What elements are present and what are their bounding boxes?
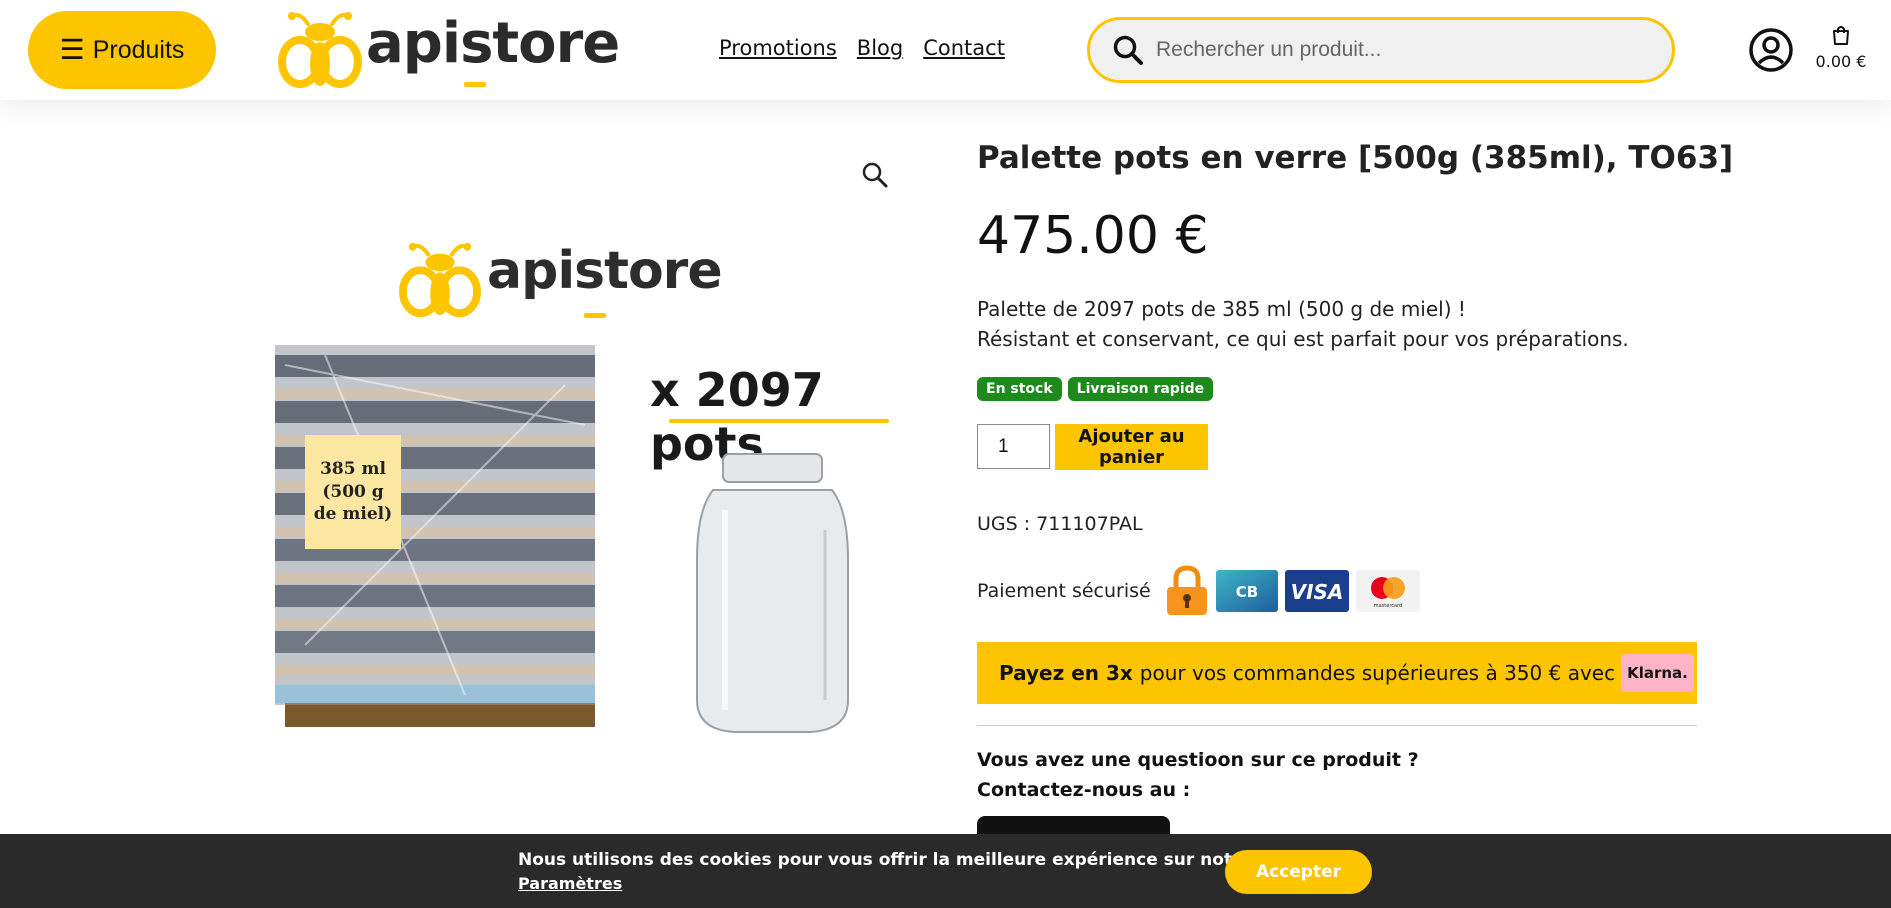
cb-card-icon: CB: [1215, 570, 1278, 612]
nav-link-promotions[interactable]: Promotions: [719, 36, 837, 60]
product-image[interactable]: apistore x 2097 pots 385 ml (500 g de mi…: [255, 140, 915, 830]
visa-card-icon: VISA: [1284, 570, 1349, 612]
klarna-banner: Payez en 3x pour vos commandes supérieur…: [977, 642, 1697, 704]
lock-icon: [1166, 565, 1207, 615]
product-title: Palette pots en verre [500g (385ml), TO6…: [977, 140, 1734, 176]
question-line: Contactez-nous au :: [977, 779, 1191, 801]
payment-label: Paiement sécurisé: [977, 580, 1151, 602]
glass-jar-illustration: [696, 453, 849, 733]
product-price: 475.00 €: [977, 206, 1209, 266]
cookie-settings-link[interactable]: Paramètres: [518, 874, 622, 893]
zoom-icon[interactable]: [860, 160, 890, 190]
cart-button[interactable]: 0.00 €: [1810, 24, 1872, 74]
description-line: Résistant et conservant, ce qui est parf…: [977, 327, 1629, 351]
product-question: Vous avez une questioon sur ce produit ?…: [977, 745, 1419, 805]
account-icon: [1749, 28, 1793, 72]
search-icon[interactable]: [1112, 34, 1144, 66]
secure-payment: Paiement sécurisé CB VISA mastercard: [977, 565, 1427, 616]
quantity-input[interactable]: [977, 424, 1050, 469]
description-line: Palette de 2097 pots de 385 ml (500 g de…: [977, 297, 1466, 321]
product-description: Palette de 2097 pots de 385 ml (500 g de…: [977, 294, 1629, 354]
account-button[interactable]: [1748, 27, 1794, 73]
klarna-strong: Payez en 3x: [999, 661, 1133, 685]
question-line: Vous avez une questioon sur ce produit ?: [977, 749, 1419, 771]
site-logo[interactable]: apistore: [278, 10, 620, 90]
delivery-badge: Livraison rapide: [1067, 377, 1214, 401]
mastercard-label: mastercard: [1373, 603, 1401, 609]
cookie-message: Nous utilisons des cookies pour vous off…: [518, 850, 1300, 870]
product-badges: En stock Livraison rapide: [977, 377, 1214, 401]
menu-icon: ☰: [59, 34, 85, 65]
divider: [977, 725, 1697, 726]
nav-link-contact[interactable]: Contact: [923, 36, 1005, 60]
klarna-text: pour vos commandes supérieures à 350 € a…: [1139, 661, 1616, 685]
pallet-label: 385 ml (500 g de miel): [305, 435, 401, 549]
add-to-cart-button[interactable]: Ajouter au panier: [1055, 424, 1208, 470]
image-logo-text: apistore: [487, 241, 723, 301]
main-nav: Promotions Blog Contact: [719, 36, 1005, 60]
search-input[interactable]: [1156, 38, 1636, 62]
search-bar: [1087, 17, 1675, 83]
klarna-logo: Klarna.: [1621, 654, 1694, 692]
cart-icon: [1833, 26, 1849, 45]
accept-cookies-button[interactable]: Accepter: [1225, 850, 1372, 894]
mastercard-icon: mastercard: [1355, 570, 1420, 612]
visa-card-label: VISA: [1290, 580, 1343, 604]
logo-text: apistore: [366, 11, 620, 76]
cart-amount: 0.00 €: [1815, 52, 1867, 71]
products-menu-button[interactable]: ☰ Produits: [28, 11, 216, 89]
products-menu-label: Produits: [92, 35, 185, 64]
logo-underline: [464, 82, 486, 87]
image-logo: apistore: [399, 240, 729, 320]
bee-logo-icon: [399, 242, 481, 318]
cb-card-label: CB: [1235, 583, 1257, 601]
nav-link-blog[interactable]: Blog: [857, 36, 903, 60]
cookie-banner: Nous utilisons des cookies pour vous off…: [0, 834, 1891, 908]
stock-badge: En stock: [977, 377, 1062, 401]
bee-logo-icon: [278, 12, 362, 88]
pots-underline: [669, 419, 889, 423]
product-sku: UGS : 711107PAL: [977, 513, 1143, 535]
site-header: ☰ Produits apistore Promotions Blog Cont…: [0, 0, 1891, 100]
image-logo-underline: [584, 313, 606, 318]
